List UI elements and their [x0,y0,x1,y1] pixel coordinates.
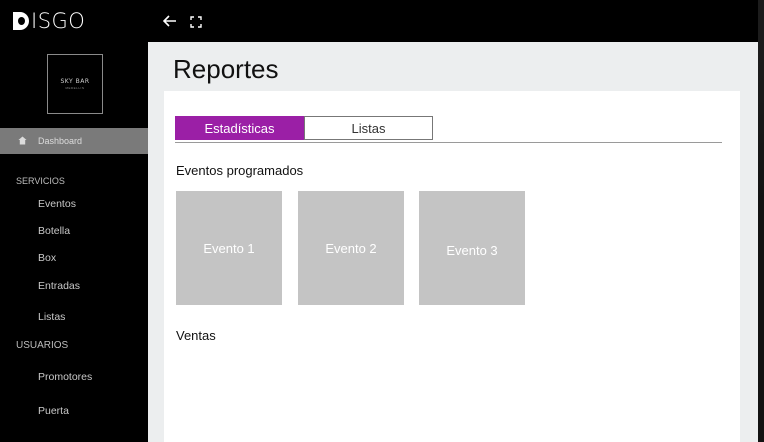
sales-heading: Ventas [176,328,216,343]
fullscreen-icon[interactable] [190,15,202,28]
top-bar: ISGO [0,0,758,42]
main-content: Reportes Estadísticas Listas Eventos pro… [148,42,758,442]
fullscreen-icon-svg [190,16,202,28]
tab-listas[interactable]: Listas [304,116,433,140]
page-title: Reportes [173,54,279,84]
arrow-left-icon-svg [163,15,176,27]
event-tile-3[interactable]: Evento 3 [419,191,525,305]
logo-text: ISGO [31,9,86,33]
home-icon [18,136,27,145]
tab-estadisticas[interactable]: Estadísticas [175,116,304,140]
sidebar-item-eventos[interactable]: Eventos [38,198,76,210]
venue-name: SKY BAR [60,78,90,85]
venue-logo: SKY BAR MEDELLIN [47,54,103,114]
sidebar-section-usuarios: USUARIOS [16,340,69,351]
sidebar-item-botella[interactable]: Botella [38,225,70,237]
event-tile-label: Evento 2 [325,240,377,256]
venue-subtitle: MEDELLIN [65,86,85,90]
event-tile-1[interactable]: Evento 1 [176,191,282,305]
app-logo[interactable]: ISGO [13,9,86,33]
tab-bar: Estadísticas Listas [175,116,722,143]
reports-card: Estadísticas Listas Eventos programados … [164,91,740,442]
sidebar-item-box[interactable]: Box [38,252,56,264]
sidebar-item-dashboard[interactable]: Dashboard [0,128,148,154]
events-heading: Eventos programados [176,163,304,178]
sidebar-item-listas[interactable]: Listas [38,311,65,323]
sidebar-item-puerta[interactable]: Puerta [38,405,69,417]
event-tile-label: Evento 3 [446,242,498,258]
sidebar-item-promotores[interactable]: Promotores [38,371,92,383]
arrow-left-icon[interactable] [162,12,178,30]
sidebar-section-servicios: SERVICIOS [16,176,65,186]
event-tile-2[interactable]: Evento 2 [298,191,404,305]
sidebar-item-entradas[interactable]: Entradas [38,280,80,292]
sidebar-item-label: Dashboard [38,136,83,146]
sidebar: SKY BAR MEDELLIN Dashboard SERVICIOS Eve… [0,42,148,442]
event-tile-label: Evento 1 [203,240,255,256]
logo-mark-icon [13,12,29,30]
